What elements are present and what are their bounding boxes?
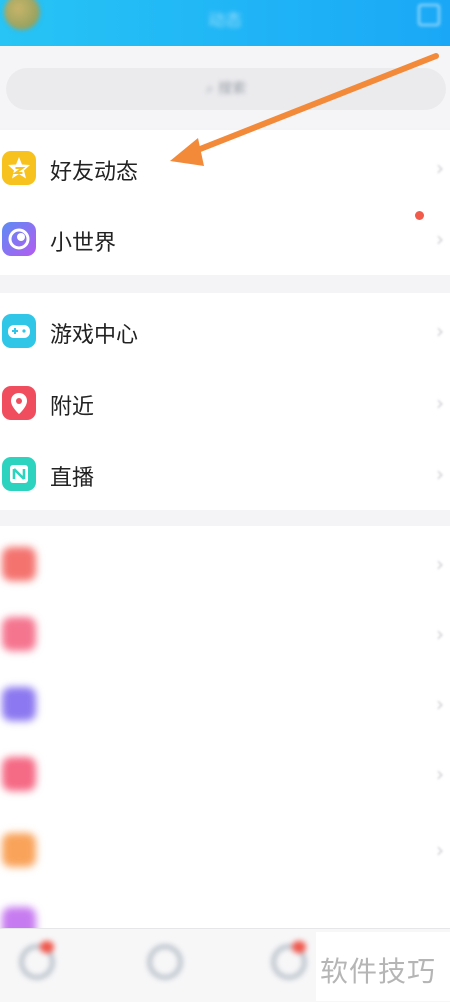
section-social: 好友动态 › 小世界 ›: [0, 130, 450, 275]
menu-label: 游戏中心: [50, 323, 139, 348]
menu-label: 小世界: [50, 231, 117, 256]
menu-item-live[interactable]: 直播 ›: [0, 438, 450, 510]
settings-icon[interactable]: [418, 4, 440, 26]
search-input[interactable]: ⌕ 搜索: [6, 68, 446, 110]
search-icon: ⌕: [205, 81, 214, 97]
menu-label: 直播: [50, 466, 95, 491]
tab-contacts[interactable]: [142, 939, 182, 979]
badge: [292, 941, 306, 953]
chevron-right-icon: ›: [436, 391, 444, 415]
search-area: ⌕ 搜索: [0, 46, 450, 128]
menu-item[interactable]: ›: [0, 598, 450, 670]
app-icon: [2, 687, 36, 721]
contacts-icon: [148, 945, 182, 979]
menu-item-friend-feed[interactable]: 好友动态 ›: [0, 132, 450, 204]
location-pin-icon: [2, 386, 36, 420]
chevron-right-icon: ›: [436, 319, 444, 343]
menu-item[interactable]: ›: [0, 814, 450, 886]
chevron-right-icon: ›: [436, 762, 444, 786]
menu-label: 好友动态: [50, 160, 139, 185]
watermark: 软件技巧: [316, 932, 450, 1001]
tab-feed[interactable]: [266, 939, 306, 979]
planet-icon: [2, 222, 36, 256]
menu-item-game-center[interactable]: 游戏中心 ›: [0, 295, 450, 367]
chevron-right-icon: ›: [436, 227, 444, 251]
section-more: › › › › ›: [0, 526, 450, 941]
menu-item-nearby[interactable]: 附近 ›: [0, 367, 450, 439]
search-placeholder: ⌕ 搜索: [205, 81, 247, 97]
menu-label: 附近: [50, 395, 95, 420]
chevron-right-icon: ›: [436, 838, 444, 862]
menu-item[interactable]: ›: [0, 528, 450, 600]
chevron-right-icon: ›: [436, 622, 444, 646]
menu-item[interactable]: ›: [0, 738, 450, 810]
live-icon: [2, 457, 36, 491]
chevron-right-icon: ›: [436, 692, 444, 716]
notification-dot: [415, 211, 424, 220]
chevron-right-icon: ›: [436, 156, 444, 180]
app-icon: [2, 617, 36, 651]
menu-item-small-world[interactable]: 小世界 ›: [0, 203, 450, 275]
badge: [40, 941, 54, 953]
app-icon: [2, 833, 36, 867]
tab-messages[interactable]: [14, 939, 54, 979]
app-icon: [2, 547, 36, 581]
chevron-right-icon: ›: [436, 462, 444, 486]
menu-item[interactable]: ›: [0, 668, 450, 740]
gamepad-icon: [2, 314, 36, 348]
top-header: 动态: [0, 0, 450, 46]
star-icon: [2, 151, 36, 185]
page-title: 动态: [208, 11, 242, 31]
section-services: 游戏中心 › 附近 › 直播 ›: [0, 293, 450, 510]
chevron-right-icon: ›: [436, 552, 444, 576]
app-icon: [2, 757, 36, 791]
